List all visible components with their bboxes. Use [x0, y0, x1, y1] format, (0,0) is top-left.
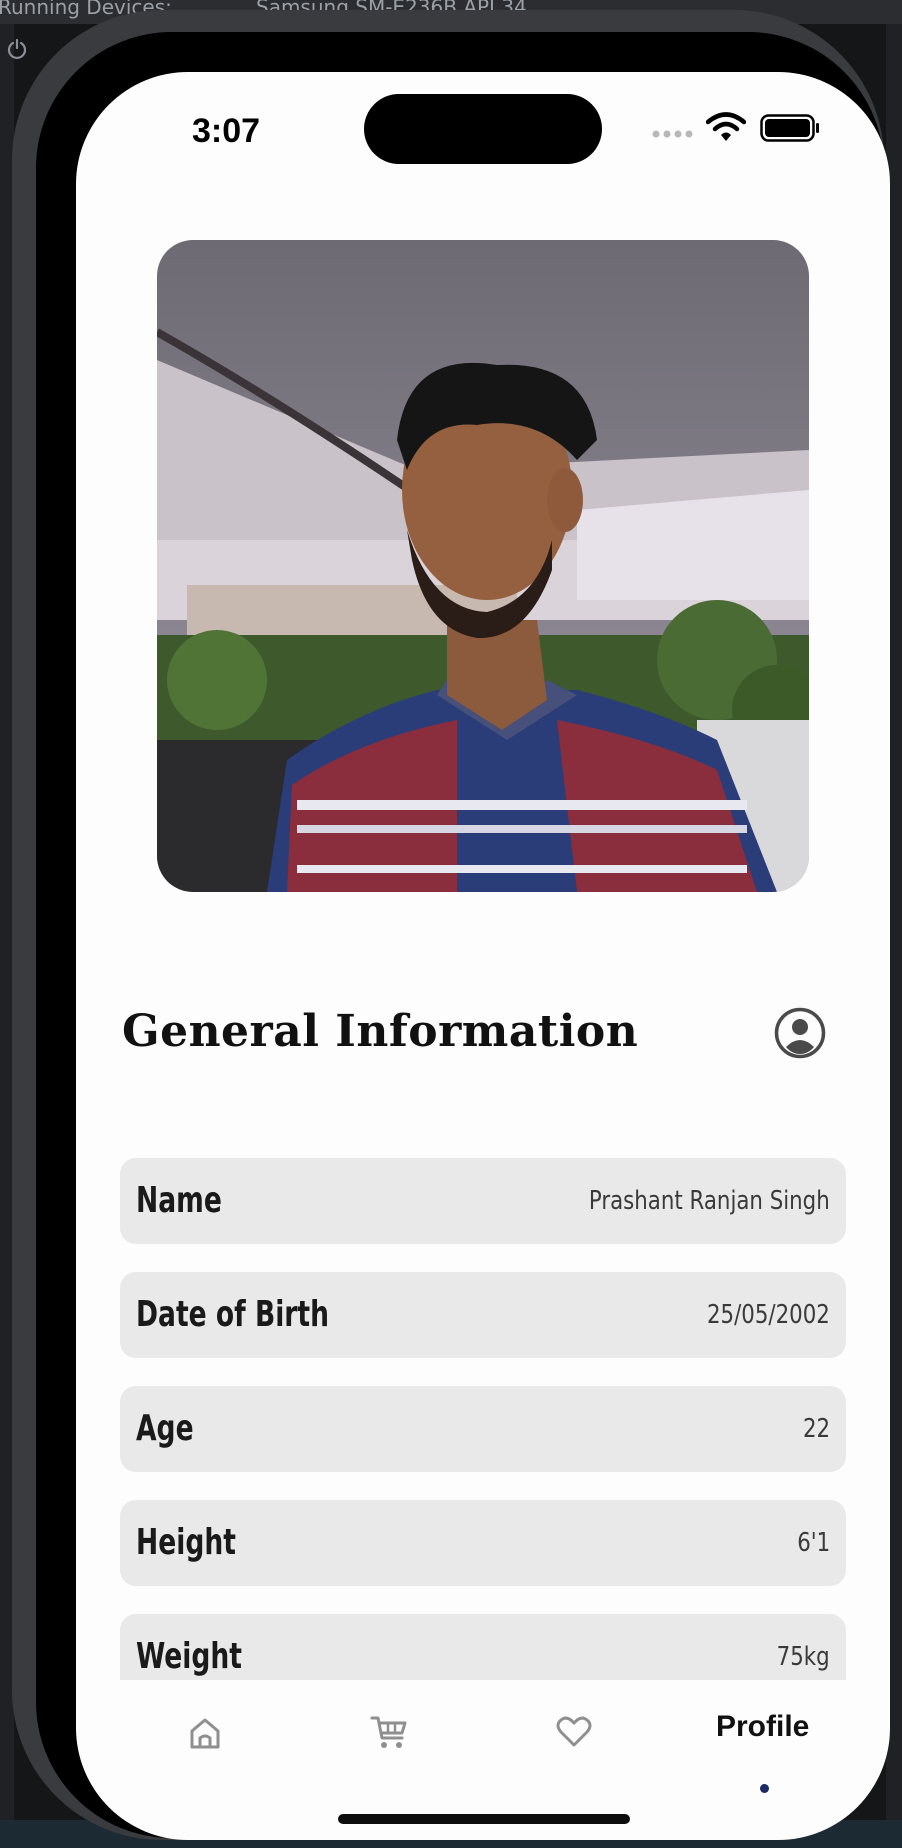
user-circle-icon[interactable]	[774, 1007, 826, 1059]
phone-bezel: 3:07 General Information Name Prashant R…	[36, 32, 890, 1840]
name-value: Prashant Ranjan Singh	[589, 1186, 830, 1216]
height-row: Height 6'1	[120, 1500, 846, 1586]
cart-icon[interactable]	[370, 1714, 408, 1750]
heart-icon[interactable]	[556, 1716, 592, 1748]
phone-frame: 3:07 General Information Name Prashant R…	[12, 10, 890, 1840]
bottom-nav: Profile	[76, 1692, 890, 1802]
name-label: Name	[136, 1180, 222, 1221]
name-row: Name Prashant Ranjan Singh	[120, 1158, 846, 1244]
dob-label: Date of Birth	[136, 1294, 330, 1335]
age-label: Age	[136, 1408, 194, 1449]
home-icon[interactable]	[188, 1716, 222, 1750]
age-row: Age 22	[120, 1386, 846, 1472]
section-title: General Information	[122, 1006, 639, 1057]
nav-profile-label: Profile	[716, 1710, 810, 1743]
battery-icon	[760, 114, 819, 142]
weight-value: 75kg	[776, 1642, 830, 1672]
home-indicator[interactable]	[338, 1814, 630, 1824]
weight-row: Weight 75kg	[120, 1614, 846, 1680]
profile-photo	[157, 240, 809, 892]
dob-value: 25/05/2002	[707, 1300, 830, 1330]
weight-label: Weight	[136, 1636, 242, 1677]
dynamic-island	[364, 94, 602, 164]
active-indicator-dot	[760, 1784, 769, 1793]
height-value: 6'1	[797, 1528, 830, 1558]
power-icon[interactable]	[6, 38, 28, 60]
height-label: Height	[136, 1522, 236, 1563]
cellular-signal-icon	[652, 130, 693, 138]
wifi-icon	[706, 112, 746, 141]
status-time: 3:07	[192, 112, 261, 150]
dob-row: Date of Birth 25/05/2002	[120, 1272, 846, 1358]
age-value: 22	[802, 1414, 830, 1444]
info-list[interactable]: Name Prashant Ranjan Singh Date of Birth…	[76, 1112, 890, 1680]
app-screen: 3:07 General Information Name Prashant R…	[76, 72, 890, 1840]
